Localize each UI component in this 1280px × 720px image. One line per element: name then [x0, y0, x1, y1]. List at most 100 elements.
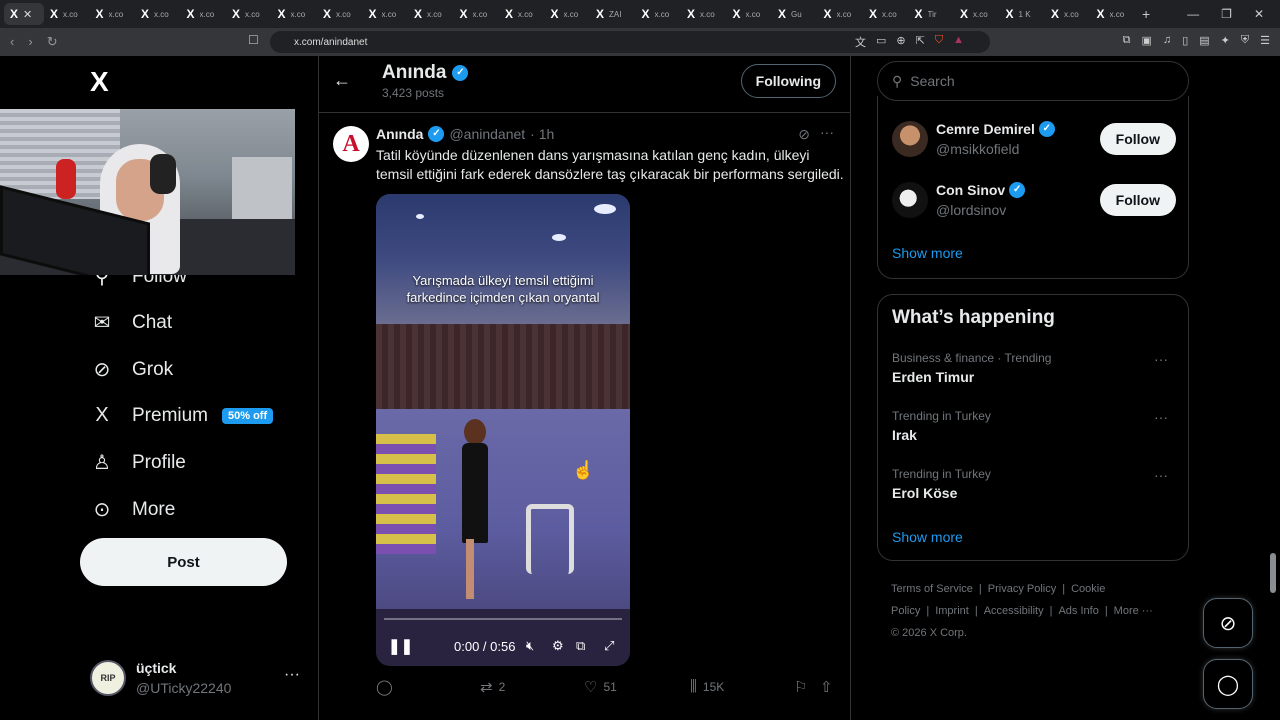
scrollbar-thumb[interactable] — [1270, 553, 1276, 593]
pause-icon[interactable]: ❚❚ — [388, 637, 413, 655]
grok-float-button[interactable]: ⊘ — [1203, 598, 1253, 648]
more-options-icon[interactable]: ··· — [1154, 409, 1168, 425]
follow-button[interactable]: Follow — [1099, 123, 1176, 155]
nav-item-chat[interactable]: ✉ Chat — [90, 310, 173, 335]
footer-link[interactable]: Imprint — [935, 605, 969, 617]
browser-tab[interactable]: Xx.co — [818, 3, 864, 25]
tweet-author[interactable]: Anında — [376, 126, 423, 142]
browser-tab[interactable]: Xx.co — [408, 3, 454, 25]
trend-item[interactable]: Trending in Turkey Erol Köse ··· — [892, 467, 1176, 507]
browser-tab[interactable]: Xx.co — [954, 3, 1000, 25]
vpn-icon[interactable]: ⛨ — [1241, 34, 1249, 47]
bookmark-button[interactable]: ⚐ — [794, 678, 807, 696]
menu-icon[interactable]: ☰ — [1260, 34, 1270, 47]
browser-tab[interactable]: Xx.co — [317, 3, 363, 25]
tweet-handle[interactable]: @anindanet — [449, 126, 525, 142]
browser-tab[interactable]: X ✕ — [4, 3, 44, 25]
sidebar-toggle-icon[interactable]: ▯ — [1182, 34, 1188, 47]
minimize-icon[interactable]: — — [1187, 7, 1199, 21]
back-nav-icon[interactable]: ‹ — [10, 34, 14, 50]
follow-suggestion[interactable]: Con Sinov ✓ @lordsinov Follow — [892, 178, 1176, 222]
mute-icon[interactable]: 🔇︎ — [526, 638, 534, 654]
brave-shield-icon[interactable]: ⛉ — [935, 34, 943, 50]
footer-link[interactable]: Ads Info — [1058, 605, 1098, 617]
trend-item[interactable]: Trending in Turkey Irak ··· — [892, 409, 1176, 449]
browser-tab[interactable]: Xx.co — [1091, 3, 1137, 25]
browser-tab[interactable]: X Gu — [772, 3, 818, 25]
nav-item-premium[interactable]: X Premium 50% off — [90, 404, 274, 427]
reload-icon[interactable]: ↻ — [47, 34, 58, 50]
picture-in-picture-icon[interactable]: ⧉ — [576, 638, 585, 654]
account-switcher[interactable]: RIP üçtick @UTicky22240 ··· — [90, 656, 310, 700]
browser-tab[interactable]: X ZAI — [590, 3, 636, 25]
share-button[interactable]: ⇧ — [820, 678, 833, 696]
footer-link[interactable]: Accessibility — [984, 605, 1044, 617]
nav-item-more[interactable]: ⊙ More — [90, 497, 176, 522]
tweet-avatar[interactable]: A — [333, 126, 369, 162]
more-options-icon[interactable]: ··· — [1154, 467, 1168, 483]
tweet-time[interactable]: · 1h — [530, 126, 554, 142]
extensions-icon[interactable]: ⧉ — [1123, 34, 1131, 47]
footer-link[interactable]: More ··· — [1114, 605, 1153, 617]
post-button[interactable]: Post — [80, 538, 287, 586]
ai-icon[interactable]: ✦ — [1221, 34, 1230, 47]
show-more-link[interactable]: Show more — [892, 529, 963, 545]
reply-button[interactable]: ◯ — [376, 678, 399, 696]
fullscreen-icon[interactable]: ⤢ — [604, 638, 614, 654]
back-arrow-icon[interactable]: ← — [333, 70, 351, 91]
follow-suggestion[interactable]: Cemre Demirel ✓ @msikkofield Follow — [892, 117, 1176, 161]
tweet-more-icon[interactable]: ··· — [820, 124, 834, 140]
search-input[interactable]: ⚲ Search — [877, 61, 1189, 101]
x-logo-icon[interactable]: X — [90, 66, 109, 98]
browser-tab[interactable]: Xx.co — [90, 3, 136, 25]
browser-tab[interactable]: Xx.co — [44, 3, 90, 25]
following-button[interactable]: Following — [740, 64, 836, 98]
browser-tab[interactable]: Xx.co — [681, 3, 727, 25]
nav-item-profile[interactable]: ♙ Profile — [90, 450, 186, 475]
trend-item[interactable]: Business & finance · Trending Erden Timu… — [892, 351, 1176, 391]
close-window-icon[interactable]: ✕ — [1254, 7, 1264, 21]
video-player[interactable]: Yarışmada ülkeyi temsil ettiğimi farkedi… — [376, 194, 630, 666]
grok-explain-icon[interactable]: ⊘ — [798, 126, 810, 143]
views-button[interactable]: ⫼ 15K — [690, 678, 724, 695]
repost-button[interactable]: ⇄ 2 — [480, 678, 505, 696]
like-button[interactable]: ♡ 51 — [584, 678, 617, 696]
browser-tab[interactable]: Xx.co — [181, 3, 227, 25]
restore-icon[interactable]: ❐ — [1221, 7, 1232, 21]
close-tab-icon[interactable]: ✕ — [23, 8, 32, 21]
wallet-icon[interactable]: ▤ — [1199, 34, 1209, 47]
more-options-icon[interactable]: ··· — [1154, 351, 1168, 367]
more-options-icon[interactable]: ··· — [284, 666, 300, 684]
browser-tab[interactable]: Xx.co — [727, 3, 773, 25]
footer-link[interactable]: Privacy Policy — [988, 583, 1056, 595]
follow-button[interactable]: Follow — [1099, 184, 1176, 216]
browser-tab[interactable]: Xx.co — [1045, 3, 1091, 25]
new-tab-icon[interactable]: + — [1142, 6, 1150, 22]
translate-icon[interactable]: 文 — [855, 34, 866, 50]
nav-item-grok[interactable]: ⊘ Grok — [90, 357, 174, 382]
show-more-link[interactable]: Show more — [892, 245, 963, 261]
tweet[interactable]: A Anında ✓ @anindanet · 1h ⊘ ··· Tatil k… — [319, 114, 850, 714]
browser-tab[interactable]: X 1 K — [1000, 3, 1046, 25]
browser-tab[interactable]: Xx.co — [636, 3, 682, 25]
share-icon[interactable]: ⇱ — [916, 34, 925, 50]
browser-tab[interactable]: Xx.co — [226, 3, 272, 25]
browser-tab[interactable]: Xx.co — [545, 3, 591, 25]
video-progress-bar[interactable] — [384, 618, 622, 620]
browser-tab[interactable]: Xx.co — [363, 3, 409, 25]
cast-icon[interactable]: ▭ — [876, 34, 886, 50]
settings-gear-icon[interactable]: ⚙ — [552, 638, 564, 654]
music-icon[interactable]: ♫ — [1163, 34, 1171, 47]
screenshot-icon[interactable]: ▣ — [1142, 34, 1152, 47]
browser-tab[interactable]: X Tir — [909, 3, 955, 25]
footer-link[interactable]: Terms of Service — [891, 583, 973, 595]
messages-float-button[interactable]: ◯ — [1203, 659, 1253, 709]
brave-rewards-icon[interactable]: ▲ — [953, 34, 964, 50]
browser-tab[interactable]: Xx.co — [135, 3, 181, 25]
zoom-icon[interactable]: ⊕ — [896, 34, 905, 50]
bookmark-icon[interactable]: ☐ — [248, 33, 259, 47]
forward-nav-icon[interactable]: › — [28, 34, 32, 50]
browser-tab[interactable]: Xx.co — [272, 3, 318, 25]
browser-tab[interactable]: Xx.co — [499, 3, 545, 25]
browser-tab[interactable]: Xx.co — [454, 3, 500, 25]
